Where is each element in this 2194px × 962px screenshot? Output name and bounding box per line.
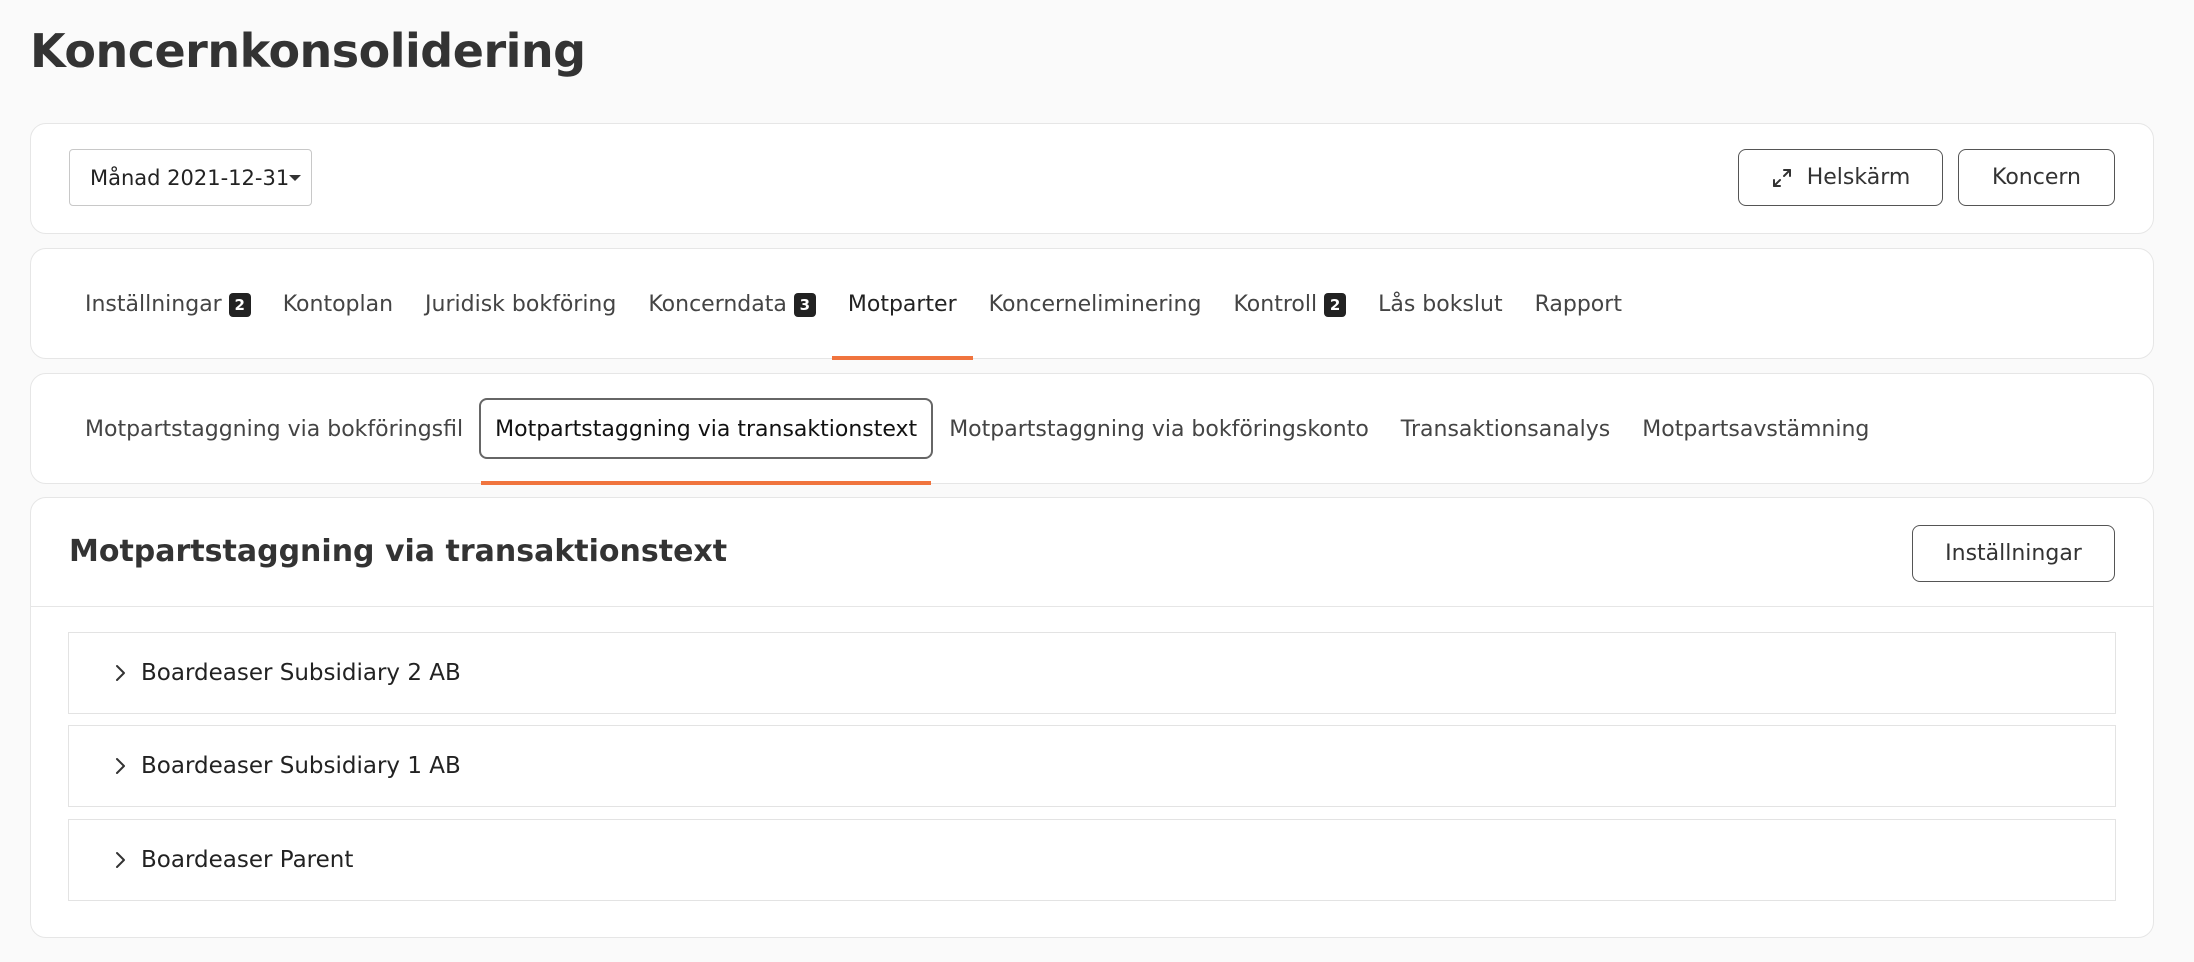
main-tabs-card: Inställningar 2 Kontoplan Juridisk bokfö… — [30, 248, 2154, 360]
settings-button-label: Inställningar — [1945, 541, 2082, 566]
accordion-label: Boardeaser Subsidiary 2 AB — [141, 660, 461, 686]
main-tabs: Inställningar 2 Kontoplan Juridisk bokfö… — [69, 249, 1638, 360]
count-badge: 3 — [793, 292, 816, 317]
tab-label: Kontroll — [1233, 292, 1318, 317]
subtab-label: Motpartstaggning via bokföringskonto — [949, 417, 1369, 442]
settings-button[interactable]: Inställningar — [1912, 525, 2115, 582]
count-badge: 2 — [1324, 292, 1347, 317]
subtab-motpartsavstamning[interactable]: Motpartsavstämning — [1626, 374, 1885, 485]
tab-las-bokslut[interactable]: Lås bokslut — [1362, 249, 1519, 360]
expand-icon — [1771, 167, 1793, 189]
tab-label: Inställningar — [85, 292, 222, 317]
period-select-label: Månad 2021-12-31 — [90, 165, 290, 190]
tab-label: Lås bokslut — [1378, 292, 1503, 317]
tab-label: Koncerneliminering — [988, 292, 1202, 317]
tab-koncerndata[interactable]: Koncerndata 3 — [632, 249, 832, 360]
tab-label: Motparter — [847, 292, 957, 317]
subtab-transaktionstext[interactable]: Motpartstaggning via transaktionstext — [479, 374, 934, 485]
sub-tabs: Motpartstaggning via bokföringsfil Motpa… — [69, 374, 1885, 485]
chevron-right-icon — [113, 663, 127, 683]
koncern-button[interactable]: Koncern — [1958, 149, 2115, 206]
tab-label: Juridisk bokföring — [425, 292, 617, 317]
tab-kontroll[interactable]: Kontroll 2 — [1217, 249, 1362, 360]
chevron-right-icon — [113, 756, 127, 776]
tab-installningar[interactable]: Inställningar 2 — [69, 249, 267, 360]
section-title: Motpartstaggning via transaktionstext — [69, 534, 728, 569]
subtab-label: Motpartstaggning via bokföringsfil — [85, 417, 464, 442]
subtab-label: Motpartsavstämning — [1642, 417, 1870, 442]
period-select[interactable]: Månad 2021-12-31 — [69, 149, 312, 206]
tab-kontoplan[interactable]: Kontoplan — [267, 249, 409, 360]
tab-motparter[interactable]: Motparter — [831, 249, 973, 360]
toolbar-card: Månad 2021-12-31 Helskärm Koncern — [30, 123, 2154, 234]
fullscreen-button[interactable]: Helskärm — [1738, 149, 1943, 206]
subtab-label: Transaktionsanalys — [1400, 417, 1611, 442]
accordion-item-subsidiary-2[interactable]: Boardeaser Subsidiary 2 AB — [68, 632, 2116, 714]
tab-label: Kontoplan — [282, 292, 394, 317]
accordion-item-subsidiary-1[interactable]: Boardeaser Subsidiary 1 AB — [68, 725, 2116, 807]
tab-rapport[interactable]: Rapport — [1519, 249, 1638, 360]
accordion-label: Boardeaser Parent — [141, 847, 354, 873]
tab-juridisk-bokforing[interactable]: Juridisk bokföring — [409, 249, 632, 360]
focus-ring — [479, 398, 934, 459]
subtab-bokforingskonto[interactable]: Motpartstaggning via bokföringskonto — [933, 374, 1385, 485]
tab-koncerneliminering[interactable]: Koncerneliminering — [973, 249, 1218, 360]
subtab-transaktionsanalys[interactable]: Transaktionsanalys — [1385, 374, 1626, 485]
tab-label: Rapport — [1534, 292, 1622, 317]
count-badge: 2 — [228, 292, 251, 317]
accordion-item-parent[interactable]: Boardeaser Parent — [68, 819, 2116, 901]
content-header: Motpartstaggning via transaktionstext In… — [31, 498, 2153, 607]
caret-down-icon — [289, 175, 301, 181]
subtab-bokforingsfil[interactable]: Motpartstaggning via bokföringsfil — [69, 374, 479, 485]
accordion-label: Boardeaser Subsidiary 1 AB — [141, 753, 461, 779]
koncern-button-label: Koncern — [1992, 165, 2081, 190]
fullscreen-button-label: Helskärm — [1806, 165, 1911, 190]
page-title: Koncernkonsolidering — [30, 24, 586, 78]
content-card: Motpartstaggning via transaktionstext In… — [30, 497, 2154, 938]
sub-tabs-card: Motpartstaggning via bokföringsfil Motpa… — [30, 373, 2154, 485]
chevron-right-icon — [113, 850, 127, 870]
tab-label: Koncerndata — [648, 292, 787, 317]
